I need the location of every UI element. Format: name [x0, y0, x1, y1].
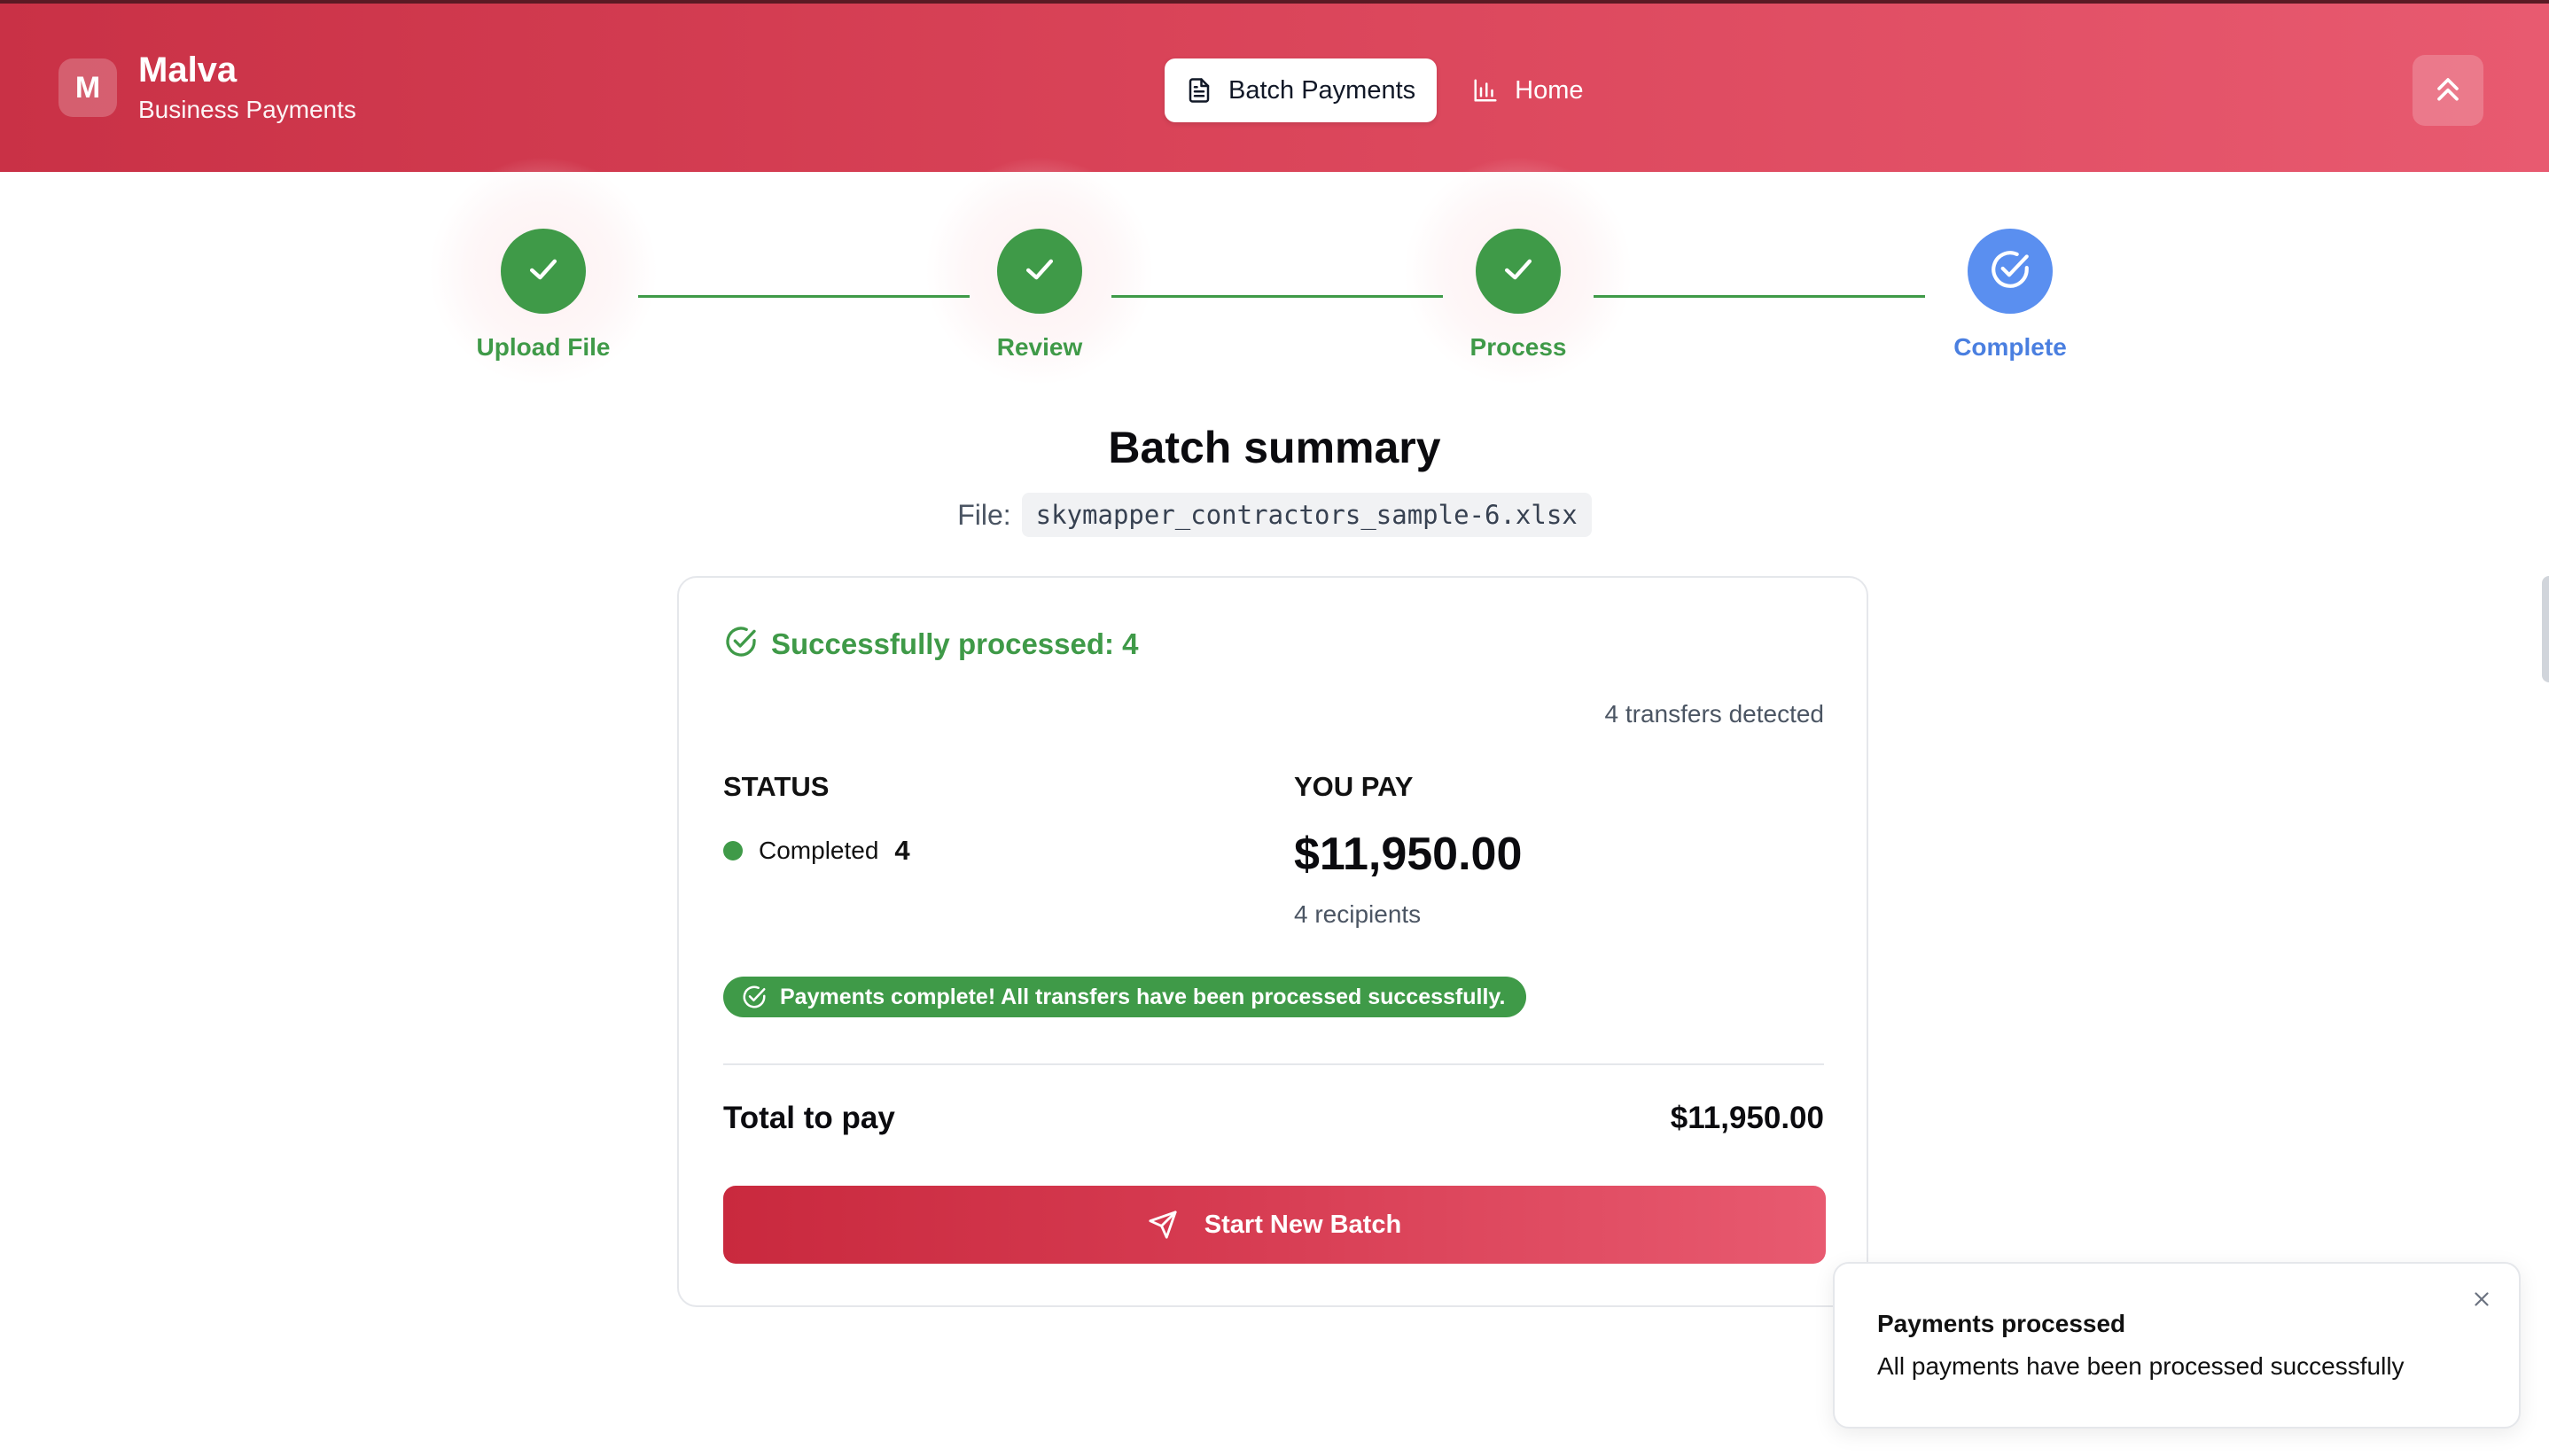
check-circle-icon: [1988, 247, 2032, 296]
pay-recipients: 4 recipients: [1294, 900, 1422, 928]
success-row: Successfully processed: 4: [723, 624, 1139, 664]
transfers-detected: 4 transfers detected: [1604, 700, 1824, 728]
toast-title: Payments processed: [1877, 1310, 2126, 1337]
check-icon: [1499, 250, 1538, 293]
step-connector: [1111, 295, 1443, 298]
step-process: [1476, 229, 1561, 314]
top-header: M Malva Business Payments Batch Payments: [0, 0, 2549, 172]
nav-batch-payments-label: Batch Payments: [1228, 75, 1416, 105]
step-complete: [1968, 229, 2053, 314]
step-connector: [1594, 295, 1925, 298]
step-upload-file-label: Upload File: [476, 333, 611, 361]
status-label: Completed: [759, 837, 879, 864]
pay-amount: $11,950.00: [1294, 829, 1523, 880]
divider: [723, 1063, 1824, 1065]
nav-batch-payments[interactable]: Batch Payments: [1165, 58, 1438, 122]
file-row: File: skymapper_contractors_sample-6.xls…: [0, 493, 2549, 537]
collapse-button[interactable]: [2413, 55, 2483, 126]
check-circle-icon: [723, 624, 759, 664]
app-subtitle: Business Payments: [138, 96, 356, 123]
close-icon: [2470, 1288, 2493, 1315]
step-upload-file: [501, 229, 586, 314]
toast-message: All payments have been processed success…: [1877, 1352, 2405, 1380]
status-count: 4: [894, 835, 910, 866]
file-label: File:: [957, 498, 1011, 531]
nav-home-label: Home: [1515, 75, 1584, 105]
check-icon: [1020, 250, 1059, 293]
app-name: Malva: [138, 51, 238, 90]
check-icon: [524, 250, 563, 293]
start-new-batch-button[interactable]: Start New Batch: [723, 1186, 1826, 1264]
step-review: [997, 229, 1082, 314]
success-text: Successfully processed: 4: [771, 627, 1139, 660]
bar-chart-icon: [1472, 77, 1499, 104]
status-heading: STATUS: [723, 771, 830, 802]
page-title: Batch summary: [1108, 423, 1441, 472]
batch-summary-card: Successfully processed: 4 4 transfers de…: [677, 576, 1868, 1307]
complete-message: Payments complete! All transfers have be…: [780, 984, 1506, 1009]
start-new-batch-label: Start New Batch: [1204, 1210, 1402, 1239]
status-completed-row: Completed 4: [723, 835, 910, 867]
step-process-label: Process: [1469, 333, 1567, 361]
toast-notification: Payments processed All payments have bee…: [1833, 1262, 2521, 1429]
payments-complete-badge: Payments complete! All transfers have be…: [723, 977, 1527, 1017]
total-label: Total to pay: [723, 1101, 895, 1135]
app-logo: M: [58, 58, 117, 117]
side-panel-handle[interactable]: [2542, 576, 2549, 682]
send-icon: [1148, 1210, 1178, 1240]
you-pay-heading: YOU PAY: [1294, 771, 1414, 802]
step-complete-label: Complete: [1953, 333, 2067, 361]
step-connector: [638, 295, 970, 298]
status-dot: [723, 841, 743, 860]
toast-close-button[interactable]: [2467, 1287, 2496, 1315]
chevrons-up-icon: [2430, 71, 2466, 111]
nav-home[interactable]: Home: [1451, 58, 1604, 122]
total-amount: $11,950.00: [1670, 1101, 1824, 1135]
brand[interactable]: M Malva Business Payments: [58, 50, 356, 126]
document-icon: [1186, 77, 1212, 104]
file-name: skymapper_contractors_sample-6.xlsx: [1021, 493, 1592, 537]
step-review-label: Review: [996, 333, 1083, 361]
main-nav: Batch Payments Home: [1165, 58, 1605, 122]
check-circle-icon: [741, 984, 768, 1010]
